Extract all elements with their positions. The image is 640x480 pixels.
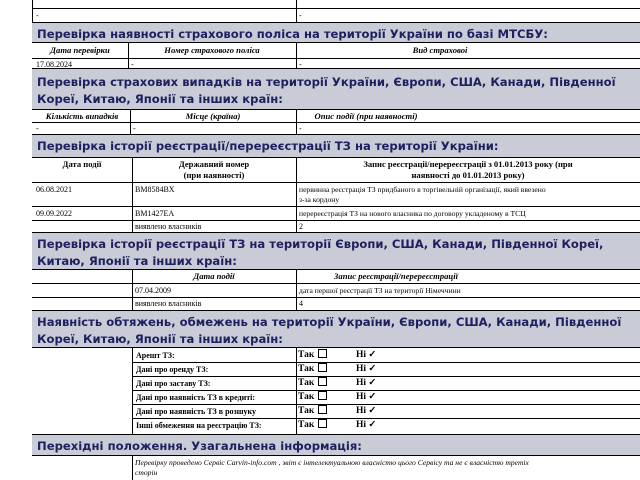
encumbrance-label: Дані про оренду ТЗ: [136, 365, 209, 374]
owners-label: виявлено власників [135, 299, 202, 308]
table-border [132, 404, 640, 405]
table-border [132, 418, 640, 419]
yes-option: Так [298, 405, 328, 416]
no-option: Ні ✓ [356, 420, 377, 430]
yes-label: Так [298, 364, 315, 374]
table-border [132, 158, 133, 232]
column-header: Запис реєстрації/перереєстрації [334, 271, 458, 281]
cell-note: дата першої реєстрації ТЗ на території Н… [299, 286, 461, 295]
column-header: наявності до 01.01.2013 року) [411, 170, 525, 180]
section-header-registration-ukraine: Перевірка історії реєстрації/перереєстра… [32, 134, 640, 158]
checkbox-icon [318, 349, 328, 358]
cell: - [36, 124, 39, 133]
cell-note: з-за кордону [299, 195, 340, 204]
owners-value: 2 [299, 222, 303, 231]
no-option: Ні ✓ [356, 364, 377, 374]
column-header: Кількість випадків [45, 111, 119, 121]
owners-value: 4 [299, 299, 303, 308]
column-header: Дата перевірки [50, 45, 110, 55]
yes-label: Так [298, 420, 315, 430]
column-header: Місце (країна) [185, 111, 241, 121]
table-border [32, 8, 640, 9]
no-option: Ні ✓ [356, 392, 377, 402]
no-option: Ні ✓ [356, 350, 377, 360]
disclaimer-text: Перевірку проведено Сервіс Carvin-info.c… [135, 458, 529, 467]
cell-note: первинна реєстрація ТЗ придбаного в торг… [299, 185, 546, 194]
table-border [32, 297, 640, 298]
yes-option: Так [298, 377, 328, 388]
encumbrance-label: Дані про заставу ТЗ: [136, 379, 211, 388]
cell-date: 09.09.2022 [36, 209, 72, 218]
cell: - [133, 124, 136, 133]
cell-date: 06.08.2021 [36, 185, 72, 194]
table-border [132, 270, 133, 310]
table-border [132, 348, 133, 434]
table-border [296, 110, 297, 134]
yes-option: Так [298, 349, 328, 360]
encumbrance-label: Арешт ТЗ: [136, 351, 175, 360]
table-border [296, 43, 297, 68]
table-border [296, 270, 297, 310]
section-header-transitional: Перехідні положення. Узагальнена інформа… [32, 434, 640, 456]
column-header: Дата події [193, 271, 235, 281]
column-header: (при наявності) [183, 170, 245, 180]
section-header-mtsbu: Перевірка наявності страхового поліса на… [32, 22, 640, 43]
encumbrance-label: Інші обмеження на реєстрацію ТЗ: [136, 421, 262, 430]
table-border [132, 390, 640, 391]
checkbox-icon [318, 391, 328, 400]
yes-option: Так [298, 419, 328, 430]
column-header: Опис події (при наявності) [314, 111, 418, 121]
yes-label: Так [298, 350, 315, 360]
owners-label: виявлено власників [135, 222, 202, 231]
yes-option: Так [298, 391, 328, 402]
checkbox-icon [318, 377, 328, 386]
column-header: Дата події [62, 159, 102, 169]
table-border [128, 43, 129, 68]
section-header-registration-foreign: Перевірка історії реєстрації ТЗ на терит… [32, 232, 640, 270]
table-border [32, 58, 640, 59]
checkbox-icon [318, 363, 328, 372]
cell-plate: BM8584BX [135, 185, 175, 194]
yes-label: Так [298, 406, 315, 416]
disclaimer-text: сторін [135, 468, 158, 477]
section-header-encumbrances: Наявність обтяжень, обмежень на територі… [32, 310, 640, 348]
cell: - [299, 124, 302, 133]
table-border [132, 376, 640, 377]
column-header: Запис реєстрації/перереєстрації з 01.01.… [363, 159, 573, 169]
report-page: - - Перевірка наявності страхового поліс… [0, 0, 640, 480]
yes-option: Так [298, 363, 328, 374]
cell-date: 07.04.2009 [135, 286, 171, 295]
table-border [32, 206, 640, 207]
yes-label: Так [298, 378, 315, 388]
table-border [32, 283, 640, 284]
table-border [296, 158, 297, 232]
checkbox-icon [318, 405, 328, 414]
cell: - [299, 11, 302, 20]
table-border [296, 348, 297, 434]
no-option: Ні ✓ [356, 378, 377, 388]
table-border [132, 456, 133, 480]
cell: - [36, 11, 39, 20]
table-border [32, 220, 640, 221]
table-border [32, 0, 33, 22]
section-header-insurance-cases: Перевірка страхових випадків на територі… [32, 68, 640, 110]
column-header: Номер страхового поліса [164, 45, 260, 55]
table-border [32, 182, 640, 183]
table-border [296, 0, 297, 22]
cell-plate: BM1427EA [135, 209, 175, 218]
column-header: Державний номер [178, 159, 250, 169]
table-border [130, 110, 131, 134]
yes-label: Так [298, 392, 315, 402]
encumbrance-label: Дані про наявність ТЗ в розшуку [136, 407, 256, 416]
encumbrance-label: Дані про наявність ТЗ в кредиті: [136, 393, 256, 402]
checkbox-icon [318, 419, 328, 428]
no-option: Ні ✓ [356, 406, 377, 416]
column-header: Вид страховоі [412, 45, 468, 55]
cell-note: перереєстрація ТЗ на нового власника по … [299, 209, 526, 218]
table-border [32, 122, 640, 123]
table-border [132, 362, 640, 363]
